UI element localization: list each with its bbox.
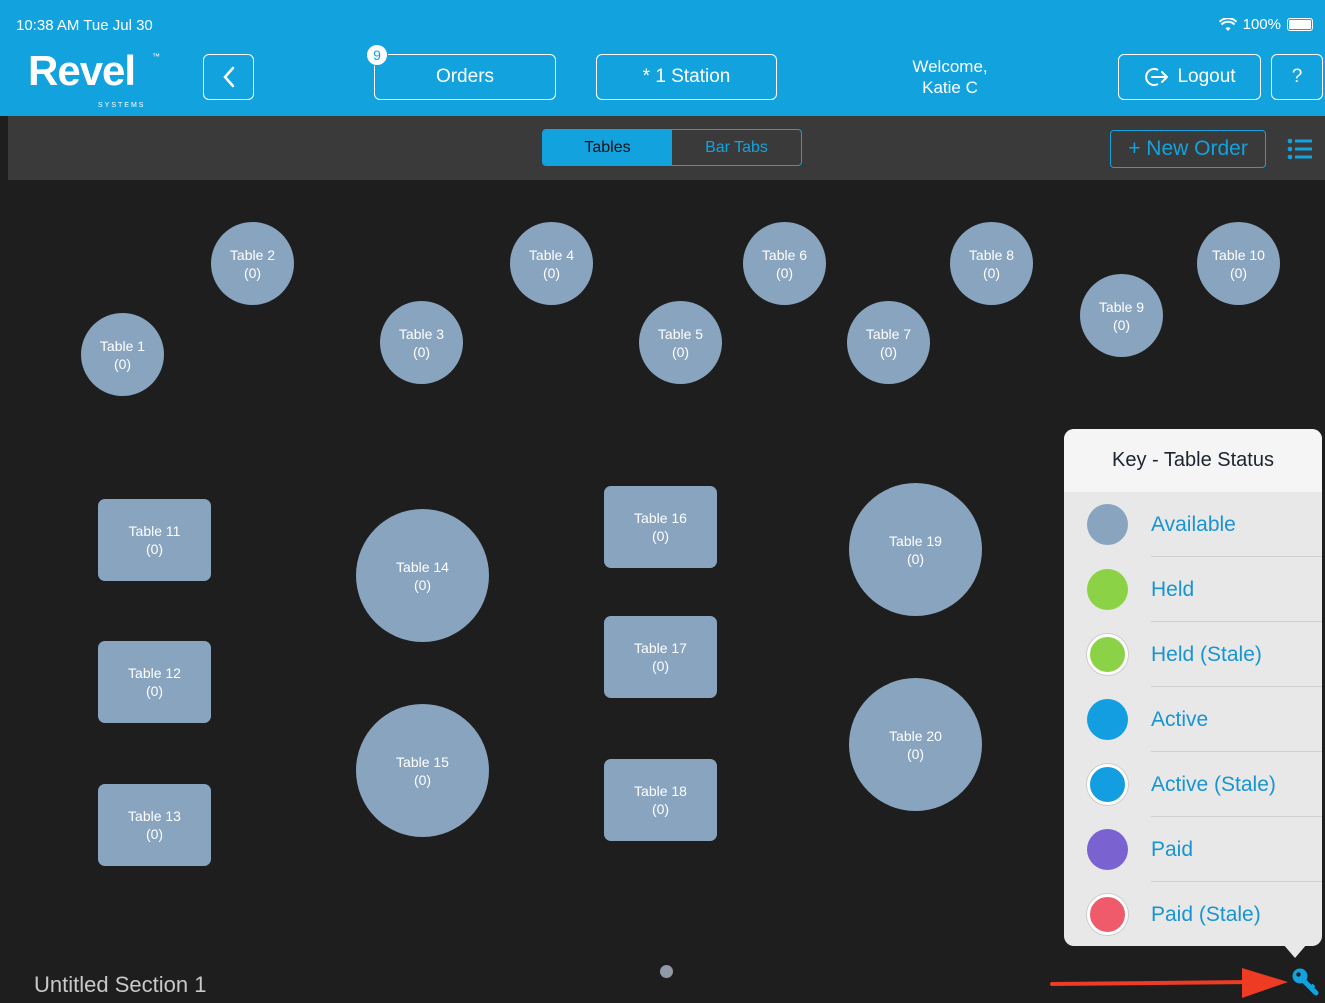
logout-icon — [1145, 68, 1169, 86]
table-10[interactable]: Table 10 (0) — [1197, 222, 1280, 305]
logout-label: Logout — [1177, 66, 1236, 87]
tab-bar-tabs[interactable]: Bar Tabs — [672, 130, 801, 165]
status-dot-active-stale — [1087, 764, 1128, 805]
table-14[interactable]: Table 14 (0) — [356, 509, 489, 642]
status-bar: 10:38 AM Tue Jul 30 100% — [0, 0, 1325, 40]
key-title: Key - Table Status — [1064, 429, 1322, 492]
table-status-key-popover: Key - Table Status Available Held Held (… — [1064, 429, 1322, 946]
status-dot-held-stale — [1087, 634, 1128, 675]
table-3[interactable]: Table 3 (0) — [380, 301, 463, 384]
table-15[interactable]: Table 15 (0) — [356, 704, 489, 837]
list-icon[interactable] — [1287, 138, 1313, 165]
table-13[interactable]: Table 13 (0) — [98, 784, 211, 866]
table-18[interactable]: Table 18 (0) — [604, 759, 717, 841]
key-row-paid-stale: Paid (Stale) — [1064, 882, 1322, 946]
key-row-active: Active — [1064, 687, 1322, 752]
orders-count-badge: 9 — [366, 44, 388, 66]
orders-button[interactable]: Orders — [374, 54, 556, 100]
table-2[interactable]: Table 2 (0) — [211, 222, 294, 305]
help-label: ? — [1291, 66, 1303, 87]
key-row-active-stale: Active (Stale) — [1064, 752, 1322, 817]
back-button[interactable] — [203, 54, 254, 100]
tab-tables[interactable]: Tables — [543, 130, 672, 165]
battery-percent: 100% — [1242, 16, 1281, 33]
red-arrow-annotation — [1050, 968, 1288, 998]
view-segmented-control: Tables Bar Tabs — [542, 129, 802, 166]
status-dot-paid-stale — [1087, 894, 1128, 935]
revel-logo: Revel ™ SYSTEMS — [28, 47, 160, 110]
app-header: Revel ™ SYSTEMS Orders 9 * 1 Station Wel… — [0, 40, 1325, 116]
table-16[interactable]: Table 16 (0) — [604, 486, 717, 568]
table-17[interactable]: Table 17 (0) — [604, 616, 717, 698]
key-icon[interactable] — [1290, 966, 1320, 1001]
table-6[interactable]: Table 6 (0) — [743, 222, 826, 305]
welcome-text: Welcome, Katie C — [912, 57, 988, 97]
page-indicator-dot[interactable] — [660, 965, 673, 978]
wifi-icon — [1218, 17, 1237, 32]
station-label: * 1 Station — [642, 66, 731, 87]
key-row-held: Held — [1064, 557, 1322, 622]
status-dot-held — [1087, 569, 1128, 610]
table-19[interactable]: Table 19 (0) — [849, 483, 982, 616]
logout-button[interactable]: Logout — [1118, 54, 1261, 100]
status-dot-available — [1087, 504, 1128, 545]
key-row-paid: Paid — [1064, 817, 1322, 882]
table-12[interactable]: Table 12 (0) — [98, 641, 211, 723]
table-11[interactable]: Table 11 (0) — [98, 499, 211, 581]
chevron-left-icon — [222, 66, 234, 88]
key-row-available: Available — [1064, 492, 1322, 557]
table-8[interactable]: Table 8 (0) — [950, 222, 1033, 305]
orders-label: Orders — [435, 66, 495, 87]
table-20[interactable]: Table 20 (0) — [849, 678, 982, 811]
help-button[interactable]: ? — [1271, 54, 1323, 100]
battery-icon — [1287, 18, 1313, 31]
table-5[interactable]: Table 5 (0) — [639, 301, 722, 384]
status-dot-active — [1087, 699, 1128, 740]
station-button[interactable]: * 1 Station — [596, 54, 777, 100]
table-4[interactable]: Table 4 (0) — [510, 222, 593, 305]
floor-toolbar: Tables Bar Tabs + New Order — [8, 116, 1325, 180]
table-9[interactable]: Table 9 (0) — [1080, 274, 1163, 357]
table-7[interactable]: Table 7 (0) — [847, 301, 930, 384]
new-order-button[interactable]: + New Order — [1110, 130, 1266, 168]
key-row-held-stale: Held (Stale) — [1064, 622, 1322, 687]
status-time: 10:38 AM Tue Jul 30 — [16, 17, 153, 34]
table-1[interactable]: Table 1 (0) — [81, 313, 164, 396]
section-name: Untitled Section 1 — [34, 972, 207, 997]
status-dot-paid — [1087, 829, 1128, 870]
key-popover-pointer — [1283, 944, 1307, 958]
